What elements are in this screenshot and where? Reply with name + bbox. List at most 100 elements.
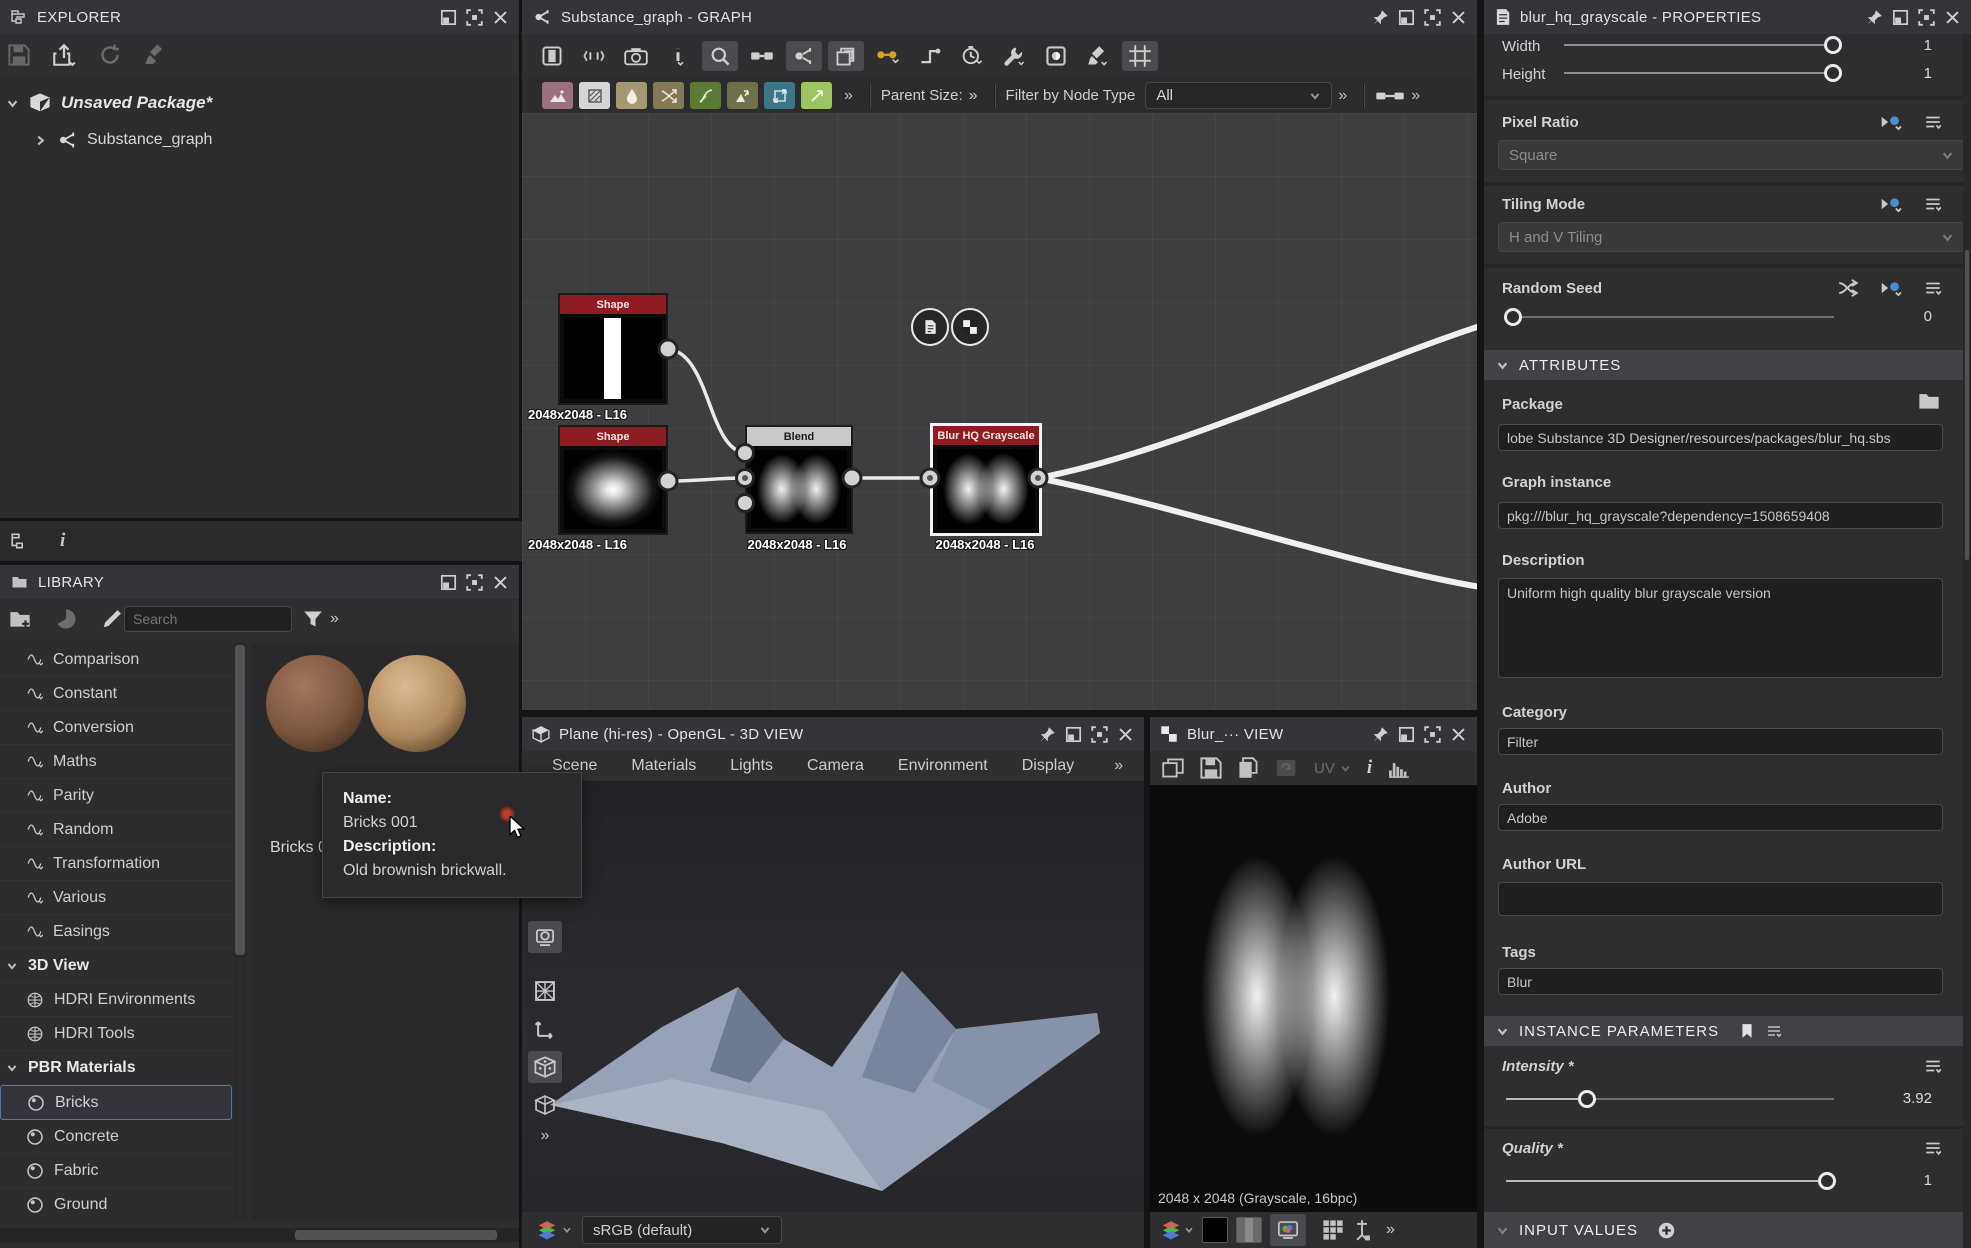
pie-icon[interactable]: [54, 608, 78, 630]
library-group-3d-view[interactable]: 3D View: [0, 949, 232, 983]
preset-icon[interactable]: [1922, 195, 1944, 213]
graph-canvas[interactable]: Shape 2048x2048 - L16 Shape 2048x2048 - …: [522, 113, 1477, 710]
snap-grid-icon[interactable]: [1122, 41, 1158, 71]
trailing-overflow-chevrons[interactable]: »: [1405, 87, 1426, 105]
height-slider[interactable]: [1564, 64, 1842, 82]
filter-node-type-select[interactable]: All: [1145, 82, 1332, 109]
shuffle-icon[interactable]: [1836, 278, 1860, 298]
menu-materials[interactable]: Materials: [631, 757, 696, 775]
edit-pencil-icon[interactable]: [100, 608, 124, 630]
colorspace-select[interactable]: sRGB (default): [582, 1216, 782, 1244]
camera-icon[interactable]: [618, 41, 654, 71]
layers-icon[interactable]: [828, 41, 864, 71]
library-item[interactable]: HDRI Environments: [0, 983, 232, 1017]
library-item[interactable]: Constant: [0, 677, 232, 711]
library-item[interactable]: Ground: [0, 1188, 232, 1220]
node-pair-icon[interactable]: [1375, 88, 1405, 104]
close-icon[interactable]: [1944, 9, 1961, 26]
chevron-right-icon[interactable]: [34, 134, 47, 147]
reload-icon[interactable]: [98, 43, 122, 67]
close-icon[interactable]: [1450, 9, 1467, 26]
filter-icon[interactable]: [302, 609, 324, 629]
wrench-icon[interactable]: [996, 41, 1032, 71]
library-item[interactable]: Various: [0, 881, 232, 915]
tree-item-package[interactable]: Unsaved Package*: [0, 84, 519, 122]
filter-pattern-nodes-icon[interactable]: [579, 82, 610, 109]
preset-icon[interactable]: [1765, 1023, 1783, 1039]
library-item[interactable]: Maths: [0, 745, 232, 779]
wireframe-cube-icon[interactable]: [528, 1089, 562, 1121]
image-info-icon[interactable]: i: [1367, 757, 1372, 779]
elbow-connector-icon[interactable]: [912, 41, 948, 71]
filter-curve-nodes-icon[interactable]: [690, 82, 721, 109]
chevron-down-icon[interactable]: [562, 1225, 572, 1235]
author-input[interactable]: [1498, 804, 1943, 831]
node-comment-badge[interactable]: [911, 308, 949, 346]
float-icon[interactable]: [440, 574, 457, 591]
preset-icon[interactable]: [1922, 113, 1944, 131]
view2d-viewport[interactable]: 2048 x 2048 (Grayscale, 16bpc): [1150, 785, 1477, 1212]
histogram-icon[interactable]: [1388, 758, 1410, 778]
library-overflow-chevrons[interactable]: »: [324, 610, 345, 628]
random-seed-slider[interactable]: [1506, 308, 1834, 326]
save-image-icon[interactable]: [1200, 757, 1222, 779]
material-thumbnail-bricks-005[interactable]: [368, 655, 466, 752]
copy-icon[interactable]: [1238, 757, 1258, 779]
float-icon[interactable]: [1065, 726, 1082, 743]
preset-icon[interactable]: [1922, 1057, 1944, 1075]
filter-transform-nodes-icon[interactable]: [764, 82, 795, 109]
attributes-section-header[interactable]: ATTRIBUTES: [1484, 350, 1963, 380]
graph-instance-input[interactable]: [1498, 502, 1943, 529]
maximize-icon[interactable]: [1424, 9, 1441, 26]
export-icon[interactable]: [52, 43, 76, 67]
float-icon[interactable]: [440, 9, 457, 26]
tree-item-graph[interactable]: Substance_graph: [0, 122, 519, 158]
filter-generator-nodes-icon[interactable]: [801, 82, 832, 109]
function-icon[interactable]: [1880, 113, 1904, 131]
uv-toggle-label[interactable]: UV: [1314, 760, 1335, 777]
search-input[interactable]: [124, 606, 292, 632]
parent-size-chevrons[interactable]: »: [963, 87, 984, 105]
node-blend[interactable]: Blend: [745, 425, 853, 534]
library-item[interactable]: Concrete: [0, 1120, 232, 1154]
pixel-ratio-select[interactable]: Square: [1498, 140, 1965, 170]
function-icon[interactable]: [1880, 195, 1904, 213]
frame-all-icon[interactable]: [534, 41, 570, 71]
info-tab-icon[interactable]: i: [60, 530, 65, 552]
library-item[interactable]: Random: [0, 813, 232, 847]
open-folder-icon[interactable]: [1916, 390, 1942, 412]
maximize-icon[interactable]: [1424, 726, 1441, 743]
intensity-slider[interactable]: [1506, 1090, 1834, 1108]
dot-link-icon[interactable]: [870, 41, 906, 71]
close-icon[interactable]: [1117, 726, 1134, 743]
library-item[interactable]: Fabric: [0, 1154, 232, 1188]
node-tree-icon[interactable]: [786, 41, 822, 71]
output-view-icon[interactable]: [1038, 41, 1074, 71]
view3d-viewport[interactable]: »: [522, 781, 1144, 1212]
background-black-swatch[interactable]: [1202, 1217, 1228, 1243]
preset-icon[interactable]: [1922, 279, 1944, 297]
material-thumbnail-bricks-001[interactable]: [266, 655, 364, 752]
node-shape-1[interactable]: Shape: [558, 293, 668, 405]
float-icon[interactable]: [1398, 726, 1415, 743]
bar-overflow-chevrons[interactable]: »: [1380, 1221, 1401, 1239]
filter-overflow-chevrons[interactable]: »: [1332, 87, 1353, 105]
width-slider[interactable]: [1564, 36, 1842, 54]
function-icon[interactable]: [1880, 279, 1904, 297]
background-gray-swatch[interactable]: [1236, 1217, 1262, 1243]
tags-input[interactable]: [1498, 968, 1943, 995]
menu-overflow-chevrons[interactable]: »: [1108, 757, 1129, 775]
uv-view-icon[interactable]: [528, 975, 562, 1007]
timer-icon[interactable]: [954, 41, 990, 71]
chevron-down-icon[interactable]: [1184, 1225, 1194, 1235]
maximize-icon[interactable]: [466, 574, 483, 591]
maximize-icon[interactable]: [1918, 9, 1935, 26]
library-hscrollbar[interactable]: [0, 1228, 519, 1242]
library-item[interactable]: Comparison: [0, 643, 232, 677]
author-url-input[interactable]: [1498, 882, 1943, 916]
transform-axis-icon[interactable]: [528, 1013, 562, 1045]
structure-tab-icon[interactable]: [10, 532, 30, 550]
close-icon[interactable]: [492, 9, 509, 26]
instance-parameters-section-header[interactable]: INSTANCE PARAMETERS: [1484, 1016, 1963, 1046]
library-item[interactable]: Easings: [0, 915, 232, 949]
